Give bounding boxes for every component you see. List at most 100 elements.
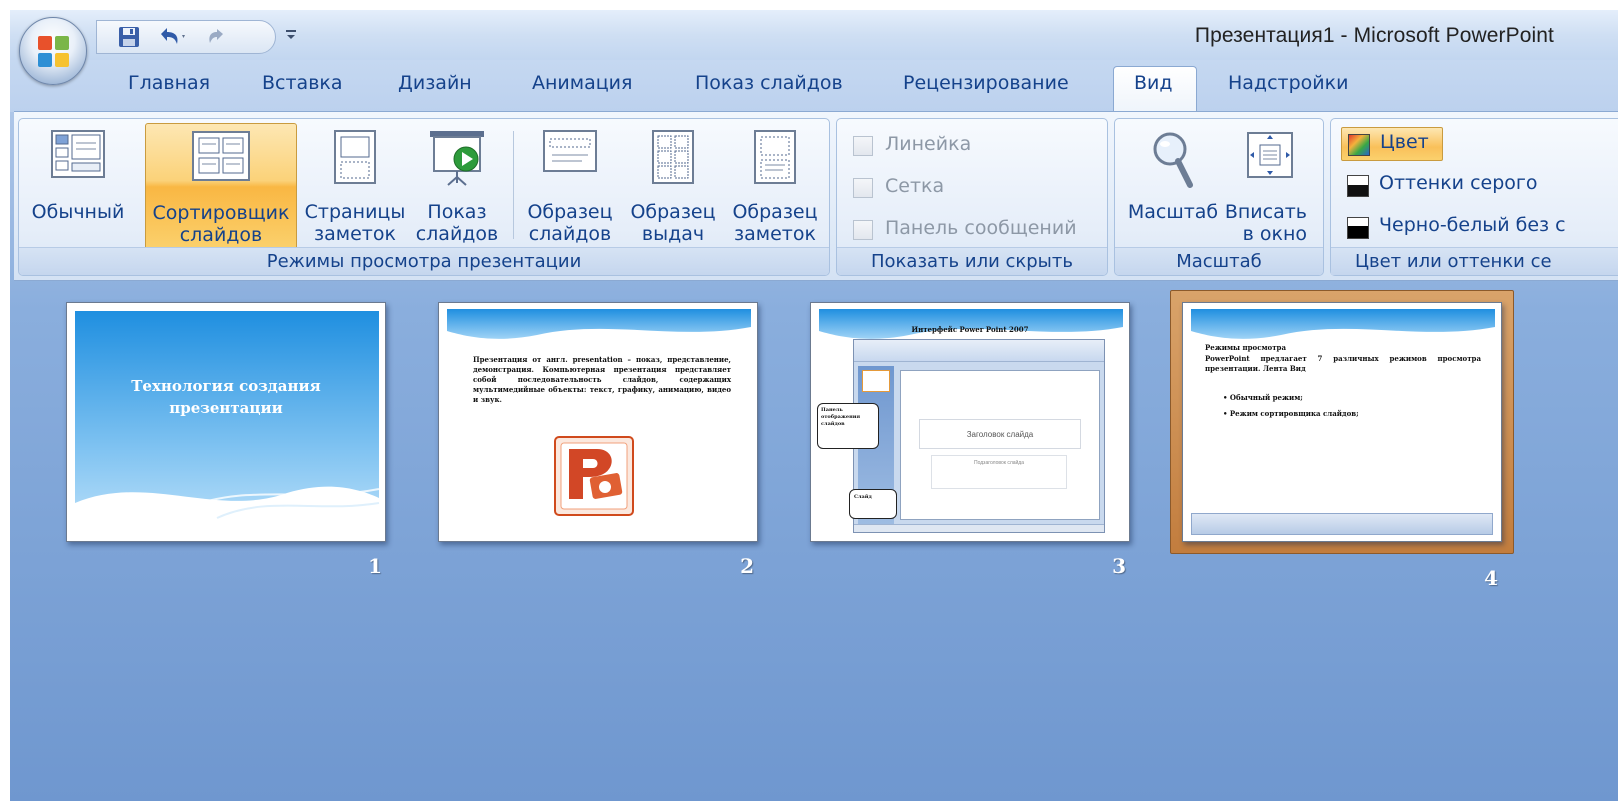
normal-view-icon xyxy=(50,129,106,183)
powerpoint-logo-icon xyxy=(553,435,635,517)
group-color-grayscale: Цвет Оттенки серого Черно-белый без с Цв… xyxy=(1330,118,1618,276)
slide-master-icon xyxy=(542,129,598,177)
slide-3-inner-title: Заголовок слайда xyxy=(919,419,1081,449)
slide-2-header-wave xyxy=(447,309,751,339)
slide-3: Интерфейс Power Point 2007 Заголовок сла… xyxy=(810,302,1130,542)
slide-3-inner-subtitle: Подзаголовок слайда xyxy=(931,455,1067,489)
fit-to-window-icon xyxy=(1242,129,1298,185)
redo-icon[interactable] xyxy=(205,26,229,48)
window-title: Презентация1 - Microsoft PowerPoint xyxy=(1194,24,1554,47)
tab-view[interactable]: Вид xyxy=(1134,72,1173,94)
tab-slide-show[interactable]: Показ слайдов xyxy=(695,72,843,94)
slide-1: Технология создания презентации xyxy=(66,302,386,542)
ribbon-tabs: Главная Вставка Дизайн Анимация Показ сл… xyxy=(10,60,1618,114)
zoom-button[interactable]: Масштаб xyxy=(1127,123,1219,247)
office-button[interactable] xyxy=(19,17,87,85)
slide-4-bullet-1-text: Обычный режим; xyxy=(1229,393,1303,402)
message-bar-checkbox-box xyxy=(853,220,873,240)
slide-number-3: 3 xyxy=(1112,554,1126,578)
slide-1-title: Технология создания презентации xyxy=(131,377,321,417)
color-button[interactable]: Цвет xyxy=(1341,127,1443,161)
slide-4-ribbon-screenshot xyxy=(1191,513,1493,535)
tab-review[interactable]: Рецензирование xyxy=(903,72,1069,94)
title-bar: Презентация1 - Microsoft PowerPoint xyxy=(10,10,1618,60)
slide-4-bullet-1: • Обычный режим; xyxy=(1223,393,1303,402)
slide-number-2: 2 xyxy=(740,554,754,578)
slide-2-body: Презентация от англ. presentation – пока… xyxy=(473,355,731,404)
normal-view-button[interactable]: Обычный xyxy=(31,123,125,247)
slide-number-1: 1 xyxy=(368,554,382,578)
slide-3-title: Интерфейс Power Point 2007 xyxy=(911,325,1029,334)
fit-to-window-button[interactable]: Вписать в окно xyxy=(1223,123,1317,247)
slide-4: Режимы просмотра PowerPoint предлагает 7… xyxy=(1182,302,1502,542)
grayscale-label: Оттенки серого xyxy=(1379,172,1538,194)
slide-thumbnail-1[interactable]: Технология создания презентации 1 xyxy=(66,302,386,578)
tab-animation[interactable]: Анимация xyxy=(532,72,632,94)
quick-access-toolbar xyxy=(96,20,276,54)
notes-master-icon xyxy=(753,129,797,189)
slide-3-screenshot-ribbon xyxy=(854,340,1104,362)
slide-3-callout-slide-text: Слайд xyxy=(854,494,872,500)
black-white-button[interactable]: Черно-белый без с xyxy=(1341,211,1618,245)
handout-master-icon xyxy=(651,129,695,189)
slide-number-4: 4 xyxy=(1484,566,1498,590)
slide-show-icon xyxy=(426,129,488,191)
message-bar-label: Панель сообщений xyxy=(885,217,1077,239)
slide-thumbnail-4[interactable]: Режимы просмотра PowerPoint предлагает 7… xyxy=(1170,290,1514,590)
notes-master-label: Образец заметок xyxy=(732,201,818,245)
ruler-label: Линейка xyxy=(885,133,972,155)
slide-3-callout-pane-text: Панель отображения слайдов xyxy=(821,407,861,427)
tab-design[interactable]: Дизайн xyxy=(398,72,472,94)
slide-4-body: PowerPoint предлагает 7 различных режимо… xyxy=(1205,354,1481,373)
powerpoint-window: Презентация1 - Microsoft PowerPoint Глав… xyxy=(10,10,1618,801)
notes-page-label: Страницы заметок xyxy=(304,201,406,245)
slide-2: Презентация от англ. presentation – пока… xyxy=(438,302,758,542)
slide-thumbnail-3[interactable]: Интерфейс Power Point 2007 Заголовок сла… xyxy=(810,302,1130,578)
slide-1-background xyxy=(75,311,380,541)
tab-addins[interactable]: Надстройки xyxy=(1228,72,1348,94)
slide-3-callout-pane: Панель отображения слайдов xyxy=(817,403,879,449)
slide-thumbnail-2[interactable]: Презентация от англ. presentation – пока… xyxy=(438,302,758,578)
slide-sorter-view: Технология создания презентации 1 Презен… xyxy=(10,282,1618,801)
group-presentation-views: Обычный Сортировщик слайдов Страницы зам… xyxy=(18,118,830,276)
notes-page-button[interactable]: Страницы заметок xyxy=(305,123,405,247)
grayscale-button[interactable]: Оттенки серого xyxy=(1341,169,1571,203)
slide-master-label: Образец слайдов xyxy=(527,201,613,245)
ruler-checkbox-box xyxy=(853,136,873,156)
notes-page-icon xyxy=(333,129,377,189)
slide-4-bullet-2-text: Режим сортировщика слайдов; xyxy=(1229,409,1359,418)
slide-sorter-icon xyxy=(191,130,251,186)
zoom-icon xyxy=(1150,129,1196,195)
zoom-label: Масштаб xyxy=(1127,201,1219,223)
slide-sorter-label: Сортировщик слайдов xyxy=(152,202,290,246)
slide-sorter-button[interactable]: Сортировщик слайдов xyxy=(145,123,297,251)
black-white-label: Черно-белый без с xyxy=(1379,214,1566,236)
slide-show-button[interactable]: Показ слайдов xyxy=(411,123,503,247)
slide-4-bullet-2: • Режим сортировщика слайдов; xyxy=(1223,409,1359,418)
ribbon: Обычный Сортировщик слайдов Страницы зам… xyxy=(14,111,1618,281)
grid-checkbox-box xyxy=(853,178,873,198)
group-label-zoom: Масштаб xyxy=(1115,247,1323,275)
office-logo-icon xyxy=(38,36,70,68)
slide-3-screenshot-statusbar xyxy=(854,524,1104,532)
group-show-hide: Линейка Сетка Панель сообщений Показать … xyxy=(836,118,1108,276)
slide-master-button[interactable]: Образец слайдов xyxy=(523,123,617,247)
save-icon[interactable] xyxy=(117,26,141,48)
handout-master-label: Образец выдач xyxy=(630,201,716,245)
qat-customize-icon[interactable] xyxy=(284,26,298,40)
slide-3-callout-slide: Слайд xyxy=(849,489,897,519)
slide-show-label: Показ слайдов xyxy=(415,201,499,245)
normal-view-label: Обычный xyxy=(31,201,125,223)
group-label-color: Цвет или оттенки се xyxy=(1331,247,1618,275)
handout-master-button[interactable]: Образец выдач xyxy=(625,123,721,247)
slide-3-screenshot-slide: Заголовок слайда Подзаголовок слайда xyxy=(900,370,1100,520)
black-white-swatch-icon xyxy=(1347,217,1369,239)
group-label-show-hide: Показать или скрыть xyxy=(837,247,1107,275)
color-swatch-icon xyxy=(1348,134,1370,156)
color-label: Цвет xyxy=(1380,131,1429,153)
group-zoom: Масштаб Вписать в окно Масштаб xyxy=(1114,118,1324,276)
undo-icon[interactable] xyxy=(157,26,185,48)
tab-home[interactable]: Главная xyxy=(128,72,210,94)
tab-insert[interactable]: Вставка xyxy=(262,72,343,94)
notes-master-button[interactable]: Образец заметок xyxy=(727,123,823,247)
